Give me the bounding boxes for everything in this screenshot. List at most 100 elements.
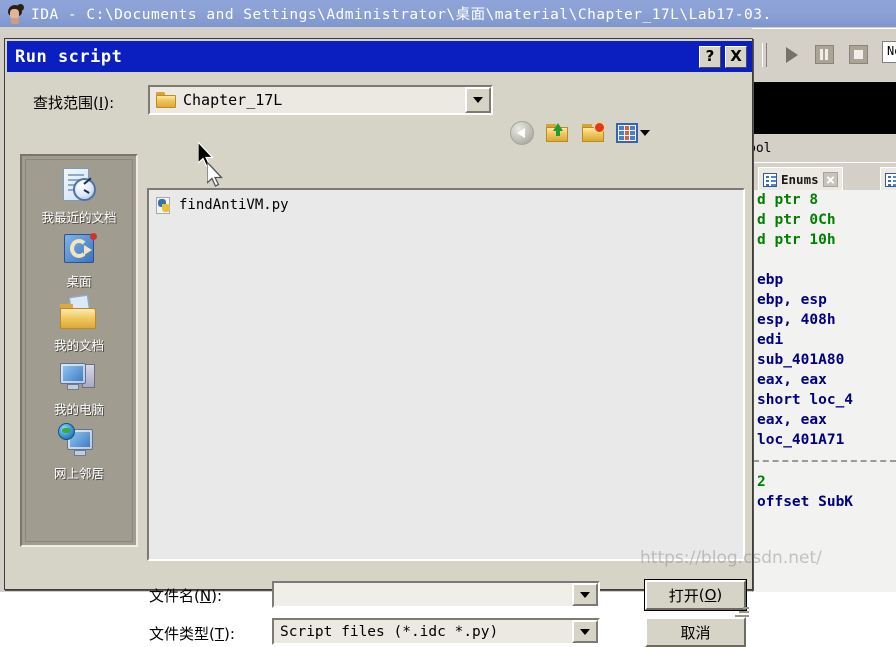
file-type-label-suffix: ): <box>224 625 235 643</box>
up-one-level-button[interactable] <box>543 118 573 148</box>
resize-grip[interactable] <box>733 603 749 619</box>
network-places-icon <box>57 422 101 462</box>
ida-debugger-toolbar: No d <box>752 28 896 80</box>
views-button[interactable] <box>613 118 653 148</box>
my-documents-icon <box>57 294 101 334</box>
python-file-icon <box>156 197 173 214</box>
enums-list-icon <box>885 173 896 187</box>
disasm-line: loc_401A71 <box>753 430 896 450</box>
place-network-places[interactable]: 网上邻居 <box>25 422 133 482</box>
place-label: 我的电脑 <box>54 399 104 418</box>
disasm-line: offset SubK <box>753 492 896 512</box>
open-button-label-suffix: ) <box>716 586 722 604</box>
disasm-separator <box>753 460 896 462</box>
file-type-combobox[interactable]: Script files (*.idc *.py) <box>272 618 600 645</box>
ida-disassembly-view[interactable]: d ptr 8 d ptr 0Ch d ptr 10h ebp ebp, esp… <box>752 190 896 592</box>
cancel-button-label: 取消 <box>680 622 710 643</box>
place-label: 网上邻居 <box>54 463 104 482</box>
chevron-down-icon[interactable] <box>640 130 650 136</box>
disasm-line: sub_401A80 <box>753 350 896 370</box>
disasm-line: short loc_4 <box>753 390 896 410</box>
file-name-label: findAntiVM.py <box>179 197 289 213</box>
file-name-combobox[interactable] <box>272 581 600 608</box>
file-type-accel-key: T <box>215 625 224 643</box>
file-type-label-static: 文件类型(T): <box>149 623 235 644</box>
file-name-label-static: 文件名(N): <box>149 585 222 606</box>
file-type-value: Script files (*.idc *.py) <box>274 624 498 640</box>
disasm-line: eax, eax <box>753 370 896 390</box>
file-list-view[interactable]: findAntiVM.py <box>147 188 745 561</box>
debugger-pause-button[interactable] <box>810 41 838 68</box>
chevron-down-icon <box>580 592 590 598</box>
ida-woman-logo-icon <box>5 4 25 24</box>
dialog-title-buttons: ? X <box>699 46 752 68</box>
back-arrow-icon <box>510 121 534 145</box>
disasm-line: eax, eax <box>753 410 896 430</box>
tab-enums[interactable]: Enums <box>758 167 843 191</box>
file-name-dropdown-button[interactable] <box>572 583 598 606</box>
place-my-computer[interactable]: 我的电脑 <box>25 358 133 418</box>
disasm-line: esp, 408h <box>753 310 896 330</box>
folder-new-icon <box>582 123 606 143</box>
place-my-documents[interactable]: 我的文档 <box>25 294 133 354</box>
stop-icon <box>849 45 868 64</box>
ida-graph-overview-panel <box>752 82 896 134</box>
debugger-run-button[interactable] <box>778 41 806 68</box>
disasm-line: 2 <box>757 474 766 490</box>
tab-next[interactable] <box>880 167 896 191</box>
recent-documents-icon <box>57 166 101 206</box>
look-in-label: 查找范围(I): <box>33 92 114 113</box>
disasm-line: ebp <box>753 270 896 290</box>
create-new-folder-button[interactable] <box>579 118 609 148</box>
folder-up-icon <box>546 123 570 143</box>
cancel-button[interactable]: 取消 <box>645 617 746 647</box>
look-in-label-text: 查找范围 <box>33 94 93 112</box>
dialog-toolbar <box>507 118 642 152</box>
back-button[interactable] <box>507 118 537 148</box>
place-label: 桌面 <box>66 271 91 290</box>
file-name-accel-key: N <box>200 587 211 605</box>
help-button[interactable]: ? <box>699 46 721 68</box>
close-icon[interactable]: X <box>725 46 747 68</box>
dialog-body: 查找范围(I): Chapter_17L <box>7 72 752 589</box>
my-computer-icon <box>57 358 101 398</box>
open-button-label: 打开 <box>669 585 699 606</box>
place-label: 我最近的文档 <box>41 207 116 226</box>
file-type-dropdown-button[interactable] <box>572 620 598 643</box>
dialog-title: Run script <box>7 47 122 67</box>
place-desktop[interactable]: 桌面 <box>25 230 133 290</box>
ida-tab-strip: Enums <box>752 162 896 190</box>
dialog-title-bar[interactable]: Run script ? X <box>7 41 752 72</box>
run-script-dialog: Run script ? X 查找范围(I): Chapter_17L <box>4 38 753 590</box>
place-recent-documents[interactable]: 我最近的文档 <box>25 166 133 226</box>
place-label: 我的文档 <box>54 335 104 354</box>
list-item[interactable]: findAntiVM.py <box>153 195 333 215</box>
disasm-line: d ptr 10h <box>757 232 836 248</box>
views-grid-icon <box>616 123 638 143</box>
chevron-down-icon <box>473 97 483 103</box>
disasm-line: d ptr 0Ch <box>757 212 836 228</box>
enums-list-icon <box>763 173 777 187</box>
ida-symbol-label: bol <box>744 138 896 160</box>
debugger-select[interactable]: No d <box>882 41 896 63</box>
file-name-label-suffix: ): <box>211 587 222 605</box>
debugger-stop-button[interactable] <box>844 41 872 68</box>
chevron-down-icon <box>580 629 590 635</box>
open-button-accel-key: O <box>705 586 717 604</box>
open-button[interactable]: 打开(O) <box>645 580 746 610</box>
disasm-line: d ptr 8 <box>757 192 818 208</box>
folder-icon <box>156 92 176 108</box>
disasm-line: ebp, esp <box>753 290 896 310</box>
close-icon[interactable] <box>823 172 838 187</box>
desktop-icon <box>57 230 101 270</box>
toolbar-grip[interactable] <box>762 43 767 67</box>
look-in-dropdown-button[interactable] <box>465 87 491 113</box>
look-in-value: Chapter_17L <box>183 91 282 109</box>
tab-enums-label: Enums <box>781 172 819 187</box>
ida-title-bar: IDA - C:\Documents and Settings\Administ… <box>0 0 896 27</box>
file-type-label-text: 文件类型 <box>149 625 209 643</box>
look-in-combobox[interactable]: Chapter_17L <box>148 85 493 115</box>
play-icon <box>786 47 798 63</box>
places-bar: 我最近的文档 桌面 我的文档 <box>20 154 138 547</box>
disasm-line: edi <box>753 330 896 350</box>
